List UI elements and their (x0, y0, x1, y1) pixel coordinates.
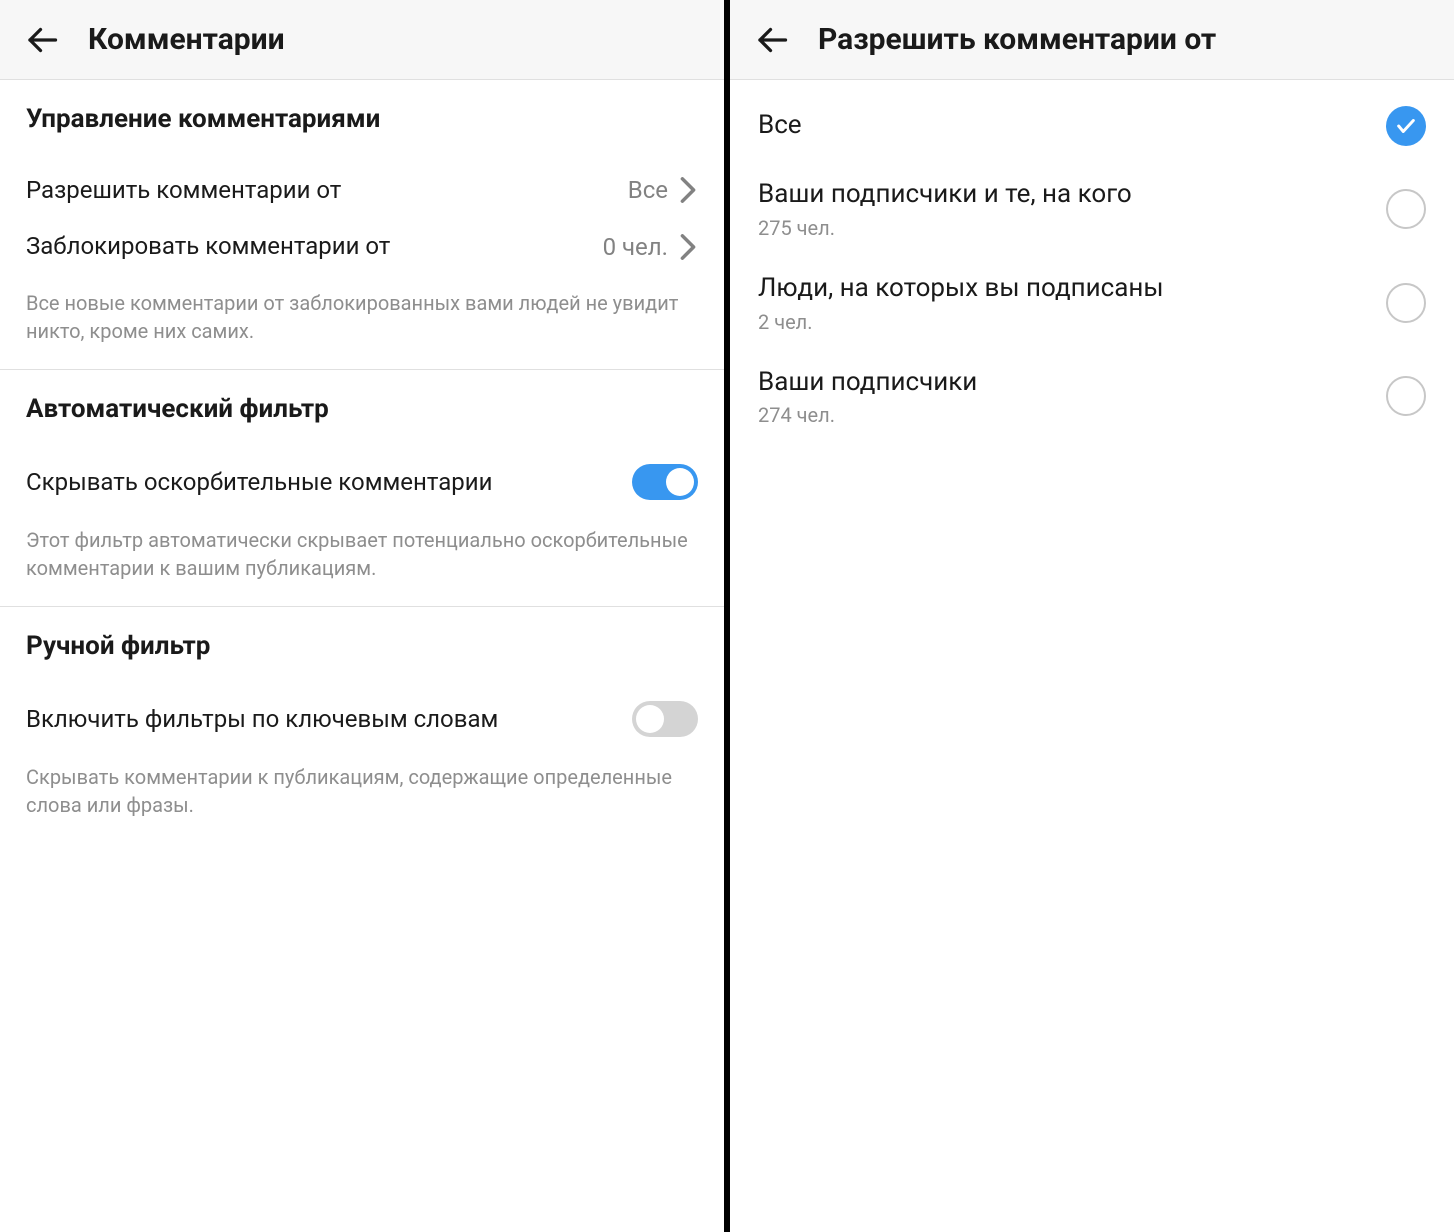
radio-sublabel: 2 чел. (758, 310, 1386, 334)
header-left: Комментарии (0, 0, 724, 80)
toggle-thumb (666, 468, 694, 496)
toggle-thumb (636, 705, 664, 733)
radio-label: Все (758, 109, 1386, 143)
radio-label: Ваши подписчики (758, 366, 1386, 400)
radio-label: Ваши подписчики и те, на кого (758, 178, 1386, 212)
section-auto-title: Автоматический фильтр (26, 394, 698, 424)
page-title-right: Разрешить комментарии от (818, 22, 1216, 57)
row-allow-value: Все (628, 176, 668, 204)
back-arrow-icon[interactable] (24, 22, 60, 58)
chevron-right-icon (678, 180, 698, 200)
section-controls: Управление комментариями Разрешить комме… (0, 80, 724, 370)
row-keyword-label: Включить фильтры по ключевым словам (26, 703, 632, 735)
back-arrow-icon[interactable] (754, 22, 790, 58)
header-right: Разрешить комментарии от (730, 0, 1454, 80)
radio-label: Люди, на которых вы подписаны (758, 272, 1386, 306)
controls-help-text: Все новые комментарии от заблокированных… (26, 289, 698, 345)
row-allow-comments[interactable]: Разрешить комментарии от Все (26, 162, 698, 218)
radio-option-followers-and-following[interactable]: Ваши подписчики и те, на кого 275 чел. (730, 162, 1454, 256)
row-hide-offensive: Скрывать оскорбительные комментарии (26, 452, 698, 512)
radio-option-all[interactable]: Все (730, 90, 1454, 162)
comments-settings-pane: Комментарии Управление комментариями Раз… (0, 0, 730, 1232)
row-hide-label: Скрывать оскорбительные комментарии (26, 466, 632, 498)
settings-body: Управление комментариями Разрешить комме… (0, 80, 724, 1232)
radio-option-followers[interactable]: Ваши подписчики 274 чел. (730, 350, 1454, 444)
row-block-label: Заблокировать комментарии от (26, 230, 603, 262)
row-block-value: 0 чел. (603, 233, 668, 261)
section-manual-title: Ручной фильтр (26, 631, 698, 661)
row-keyword-filter: Включить фильтры по ключевым словам (26, 689, 698, 749)
section-auto-filter: Автоматический фильтр Скрывать оскорбите… (0, 370, 724, 607)
manual-help-text: Скрывать комментарии к публикациям, соде… (26, 763, 698, 819)
toggle-keyword-filter[interactable] (632, 701, 698, 737)
row-block-comments[interactable]: Заблокировать комментарии от 0 чел. (26, 218, 698, 274)
toggle-hide-offensive[interactable] (632, 464, 698, 500)
radio-sublabel: 275 чел. (758, 216, 1386, 240)
chevron-right-icon (678, 237, 698, 257)
radio-unselected-icon (1386, 189, 1426, 229)
radio-sublabel: 274 чел. (758, 403, 1386, 427)
row-allow-label: Разрешить комментарии от (26, 174, 628, 206)
radio-unselected-icon (1386, 376, 1426, 416)
radio-option-following[interactable]: Люди, на которых вы подписаны 2 чел. (730, 256, 1454, 350)
radio-option-list: Все Ваши подписчики и те, на кого 275 че… (730, 80, 1454, 1232)
section-manual-filter: Ручной фильтр Включить фильтры по ключев… (0, 607, 724, 843)
auto-help-text: Этот фильтр автоматически скрывает потен… (26, 526, 698, 582)
radio-selected-icon (1386, 106, 1426, 146)
page-title-left: Комментарии (88, 22, 285, 57)
section-controls-title: Управление комментариями (26, 104, 698, 134)
radio-unselected-icon (1386, 283, 1426, 323)
allow-comments-pane: Разрешить комментарии от Все Ваши подпис… (730, 0, 1454, 1232)
